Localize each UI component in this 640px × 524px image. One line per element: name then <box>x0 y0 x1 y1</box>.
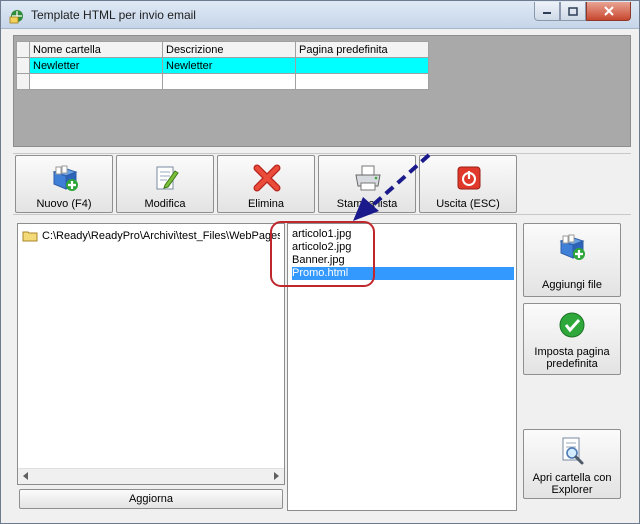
delete-button-label: Elimina <box>247 198 285 210</box>
new-folder-icon <box>52 165 78 191</box>
add-file-button[interactable]: Aggiungi file <box>523 223 621 297</box>
add-file-icon <box>559 234 585 260</box>
refresh-button[interactable]: Aggiorna <box>19 489 283 509</box>
list-item[interactable]: articolo1.jpg <box>292 228 514 241</box>
set-default-page-button[interactable]: Imposta pagina predefinita <box>523 303 621 375</box>
title-bar[interactable]: Template HTML per invio email <box>1 1 639 29</box>
column-header-folder-name[interactable]: Nome cartella <box>29 41 163 58</box>
new-button-label: Nuovo (F4) <box>36 198 92 210</box>
edit-button-label: Modifica <box>144 198 186 210</box>
open-folder-label-line2: Explorer <box>551 484 593 496</box>
column-header-default-page[interactable]: Pagina predefinita <box>295 41 429 58</box>
tree-item-path: C:\Ready\ReadyPro\Archivi\test_Files\Web… <box>42 230 280 242</box>
delete-x-icon <box>253 164 281 192</box>
scroll-left-icon[interactable] <box>23 472 28 480</box>
cell-default-page[interactable] <box>295 57 429 74</box>
power-icon <box>457 166 481 190</box>
grid-header-row: Nome cartella Descrizione Pagina predefi… <box>16 41 429 58</box>
open-folder-label-line1: Apri cartella con <box>532 472 612 484</box>
print-list-button[interactable]: Stampa lista <box>318 155 416 213</box>
magnifier-document-icon <box>562 437 584 465</box>
open-folder-explorer-button[interactable]: Apri cartella con Explorer <box>523 429 621 499</box>
column-header-description[interactable]: Descrizione <box>162 41 296 58</box>
list-item[interactable]: articolo2.jpg <box>292 241 514 254</box>
folder-tree[interactable]: C:\Ready\ReadyPro\Archivi\test_Files\Web… <box>17 223 285 485</box>
set-default-page-label-line2: predefinita <box>546 358 598 370</box>
minimize-button[interactable] <box>534 2 560 21</box>
cell-default-page[interactable] <box>295 73 429 90</box>
main-window: Template HTML per invio email Nome carte… <box>0 0 640 524</box>
minimize-icon <box>543 12 551 14</box>
horizontal-scrollbar[interactable] <box>18 468 284 484</box>
tree-item[interactable]: C:\Ready\ReadyPro\Archivi\test_Files\Web… <box>22 230 280 242</box>
cell-folder-name[interactable]: Newletter <box>29 57 163 74</box>
edit-document-icon <box>156 166 179 190</box>
cell-description[interactable] <box>162 73 296 90</box>
row-indicator[interactable] <box>16 73 30 90</box>
list-item-selected[interactable]: Promo.html <box>292 267 514 280</box>
maximize-button[interactable] <box>560 2 586 21</box>
toolbar: Nuovo (F4) Modifica Elimina Stampa lista… <box>13 153 631 215</box>
client-area: Nome cartella Descrizione Pagina predefi… <box>9 31 633 519</box>
table-row[interactable]: Newletter Newletter <box>16 57 429 74</box>
table-row[interactable] <box>16 73 429 90</box>
row-indicator[interactable] <box>16 57 30 74</box>
row-indicator-header <box>16 41 30 58</box>
maximize-icon <box>568 6 578 16</box>
folder-icon <box>22 231 38 242</box>
edit-button[interactable]: Modifica <box>116 155 214 213</box>
cell-description[interactable]: Newletter <box>162 57 296 74</box>
close-button[interactable] <box>586 2 631 21</box>
app-icon <box>9 10 23 24</box>
cell-folder-name[interactable] <box>29 73 163 90</box>
print-list-button-label: Stampa lista <box>336 198 398 210</box>
add-file-label: Aggiungi file <box>542 279 602 291</box>
checkmark-icon <box>559 312 585 338</box>
printer-icon <box>355 165 381 191</box>
list-item[interactable]: Banner.jpg <box>292 254 514 267</box>
folders-grid[interactable]: Nome cartella Descrizione Pagina predefi… <box>16 41 429 90</box>
close-icon <box>603 6 614 16</box>
delete-button[interactable]: Elimina <box>217 155 315 213</box>
set-default-page-label-line1: Imposta pagina <box>534 346 610 358</box>
scroll-right-icon[interactable] <box>274 472 279 480</box>
folders-grid-panel: Nome cartella Descrizione Pagina predefi… <box>13 35 631 147</box>
window-title: Template HTML per invio email <box>31 8 196 22</box>
exit-button[interactable]: Uscita (ESC) <box>419 155 517 213</box>
exit-button-label: Uscita (ESC) <box>436 198 500 210</box>
file-list[interactable]: articolo1.jpg articolo2.jpg Banner.jpg P… <box>287 223 517 511</box>
new-button[interactable]: Nuovo (F4) <box>15 155 113 213</box>
